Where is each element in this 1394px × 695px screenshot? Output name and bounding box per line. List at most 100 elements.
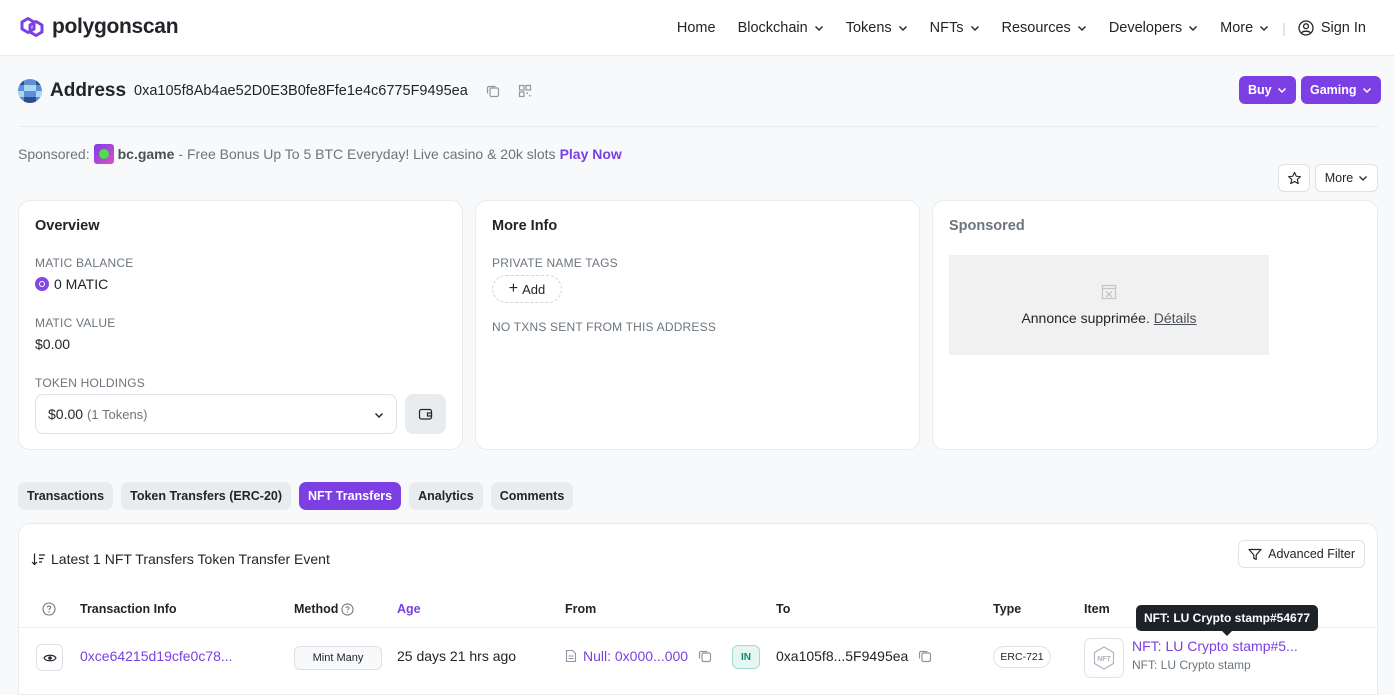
tab-comments[interactable]: Comments xyxy=(490,482,574,510)
wallet-icon xyxy=(418,408,433,420)
ad-details-link[interactable]: Détails xyxy=(1154,310,1197,326)
nav-home[interactable]: Home xyxy=(666,20,727,36)
address-heading: Address 0xa105f8Ab4ae52D0E3B0fe8Ffe1e4c6… xyxy=(18,76,550,106)
chevron-down-icon xyxy=(814,25,823,31)
favorite-button[interactable] xyxy=(1278,164,1310,192)
token-holdings-label: TOKEN HOLDINGS xyxy=(35,376,145,390)
gaming-button-label: Gaming xyxy=(1310,83,1357,97)
ad-text: Annonce supprimée. xyxy=(1021,310,1150,326)
sign-in-label: Sign In xyxy=(1320,19,1366,36)
chevron-down-icon xyxy=(1359,176,1368,181)
eye-icon xyxy=(42,654,57,661)
to-address-text: 0xa105f8...5F9495ea xyxy=(776,648,909,664)
wallet-button[interactable] xyxy=(405,394,446,434)
header-age[interactable]: Age xyxy=(397,602,421,616)
overview-card: Overview MATIC BALANCE 0 MATIC MATIC VAL… xyxy=(18,200,463,450)
polygon-logo-icon xyxy=(20,17,44,37)
contract-icon xyxy=(565,649,577,663)
sign-in-link[interactable]: Sign In xyxy=(1288,20,1366,36)
qr-code-icon[interactable] xyxy=(518,84,532,98)
nft-thumbnail[interactable]: NFT xyxy=(1084,638,1124,678)
sponsored-banner: Sponsored: bc.game - Free Bonus Up To 5 … xyxy=(18,144,622,164)
chevron-down-icon xyxy=(1189,25,1198,31)
address-tabs: Transactions Token Transfers (ERC-20) NF… xyxy=(18,482,574,510)
plus-icon: + xyxy=(508,280,519,297)
sponsor-name[interactable]: bc.game xyxy=(118,146,175,162)
ad-message: Annonce supprimée. Détails xyxy=(1021,310,1196,326)
chevron-down-icon xyxy=(1077,25,1086,31)
help-circle-icon[interactable] xyxy=(42,602,56,616)
method-badge: Mint Many xyxy=(294,646,382,670)
txn-hash-link[interactable]: 0xce64215d19cfe0c78... xyxy=(80,648,233,664)
nav-more-label: More xyxy=(1220,19,1254,36)
tab-transactions[interactable]: Transactions xyxy=(18,482,114,510)
header-type: Type xyxy=(993,602,1022,616)
nav-tokens-label: Tokens xyxy=(845,19,892,36)
section-divider xyxy=(18,126,1378,127)
view-details-button[interactable] xyxy=(36,644,63,671)
address-avatar xyxy=(18,79,42,103)
tab-analytics[interactable]: Analytics xyxy=(409,482,483,510)
token-holdings-count: (1 Tokens) xyxy=(87,406,148,422)
sponsored-prefix: Sponsored: xyxy=(18,146,90,162)
filter-icon xyxy=(1248,548,1262,560)
matic-balance-label: MATIC BALANCE xyxy=(35,256,134,270)
sponsored-card: Sponsored Annonce supprimée. Détails xyxy=(932,200,1378,450)
table-row: 0xce64215d19cfe0c78... Mint Many 25 days… xyxy=(19,628,1377,686)
gaming-button[interactable]: Gaming xyxy=(1301,76,1381,104)
nav-resources[interactable]: Resources xyxy=(991,20,1098,36)
add-label: Add xyxy=(522,281,546,297)
advanced-filter-button[interactable]: Advanced Filter xyxy=(1238,540,1365,568)
ad-placeholder: Annonce supprimée. Détails xyxy=(949,255,1269,355)
copy-icon[interactable] xyxy=(486,84,500,98)
more-info-card: More Info PRIVATE NAME TAGS + Add NO TXN… xyxy=(475,200,920,450)
overview-title: Overview xyxy=(35,218,100,234)
help-circle-icon[interactable] xyxy=(341,602,355,616)
buy-button[interactable]: Buy xyxy=(1239,76,1296,104)
header-from: From xyxy=(565,602,597,616)
sponsor-cta-link[interactable]: Play Now xyxy=(560,146,622,162)
matic-balance-value: 0 MATIC xyxy=(35,276,108,292)
more-info-title: More Info xyxy=(492,218,558,234)
logo[interactable]: polygonscan xyxy=(18,14,179,40)
logo-text: polygonscan xyxy=(52,15,179,38)
nav-tokens[interactable]: Tokens xyxy=(835,20,919,36)
tab-nft-transfers[interactable]: NFT Transfers xyxy=(299,482,402,510)
bc-game-logo-icon xyxy=(93,144,114,164)
chevron-down-icon xyxy=(1277,87,1286,94)
table-caption-text: Latest 1 NFT Transfers Token Transfer Ev… xyxy=(51,551,330,567)
txn-age: 25 days 21 hrs ago xyxy=(397,648,517,664)
sort-icon xyxy=(31,553,45,566)
top-navbar: polygonscan Home Blockchain Tokens NFTs … xyxy=(0,0,1394,56)
nav-developers[interactable]: Developers xyxy=(1098,20,1209,36)
direction-badge: IN xyxy=(732,645,760,669)
tab-token-transfers[interactable]: Token Transfers (ERC-20) xyxy=(121,482,292,510)
matic-value-value: $0.00 xyxy=(35,336,71,352)
address-hash: 0xa105f8Ab4ae52D0E3B0fe8Ffe1e4c6775F9495… xyxy=(134,83,468,99)
user-circle-icon xyxy=(1298,19,1314,36)
matic-token-icon xyxy=(35,277,49,291)
from-address: Null: 0x000...000 xyxy=(565,648,712,664)
chevron-down-icon xyxy=(375,413,383,418)
from-address-link[interactable]: Null: 0x000...000 xyxy=(583,648,688,664)
nav-nfts[interactable]: NFTs xyxy=(919,20,991,36)
nav-blockchain-label: Blockchain xyxy=(737,19,808,36)
star-icon xyxy=(1287,171,1301,184)
nav-blockchain[interactable]: Blockchain xyxy=(727,20,835,36)
header-item: Item xyxy=(1084,602,1110,616)
add-name-tag-button[interactable]: + Add xyxy=(492,275,562,303)
nft-collection-name: NFT: LU Crypto stamp xyxy=(1132,658,1251,672)
copy-icon[interactable] xyxy=(698,649,712,663)
ad-closed-icon xyxy=(1101,284,1117,300)
token-holdings-dropdown[interactable]: $0.00 (1 Tokens) xyxy=(35,394,397,434)
nft-item-link[interactable]: NFT: LU Crypto stamp#5... xyxy=(1132,638,1298,654)
header-to: To xyxy=(776,602,791,616)
nft-tooltip: NFT: LU Crypto stamp#54677 xyxy=(1136,605,1319,636)
nav-more[interactable]: More xyxy=(1209,20,1280,36)
nav-separator: | xyxy=(1282,19,1286,36)
private-name-tags-label: PRIVATE NAME TAGS xyxy=(492,256,618,270)
more-actions-label: More xyxy=(1324,171,1354,185)
header-method-label: Method xyxy=(294,602,339,616)
copy-icon[interactable] xyxy=(918,649,932,663)
more-actions-button[interactable]: More xyxy=(1315,164,1378,192)
